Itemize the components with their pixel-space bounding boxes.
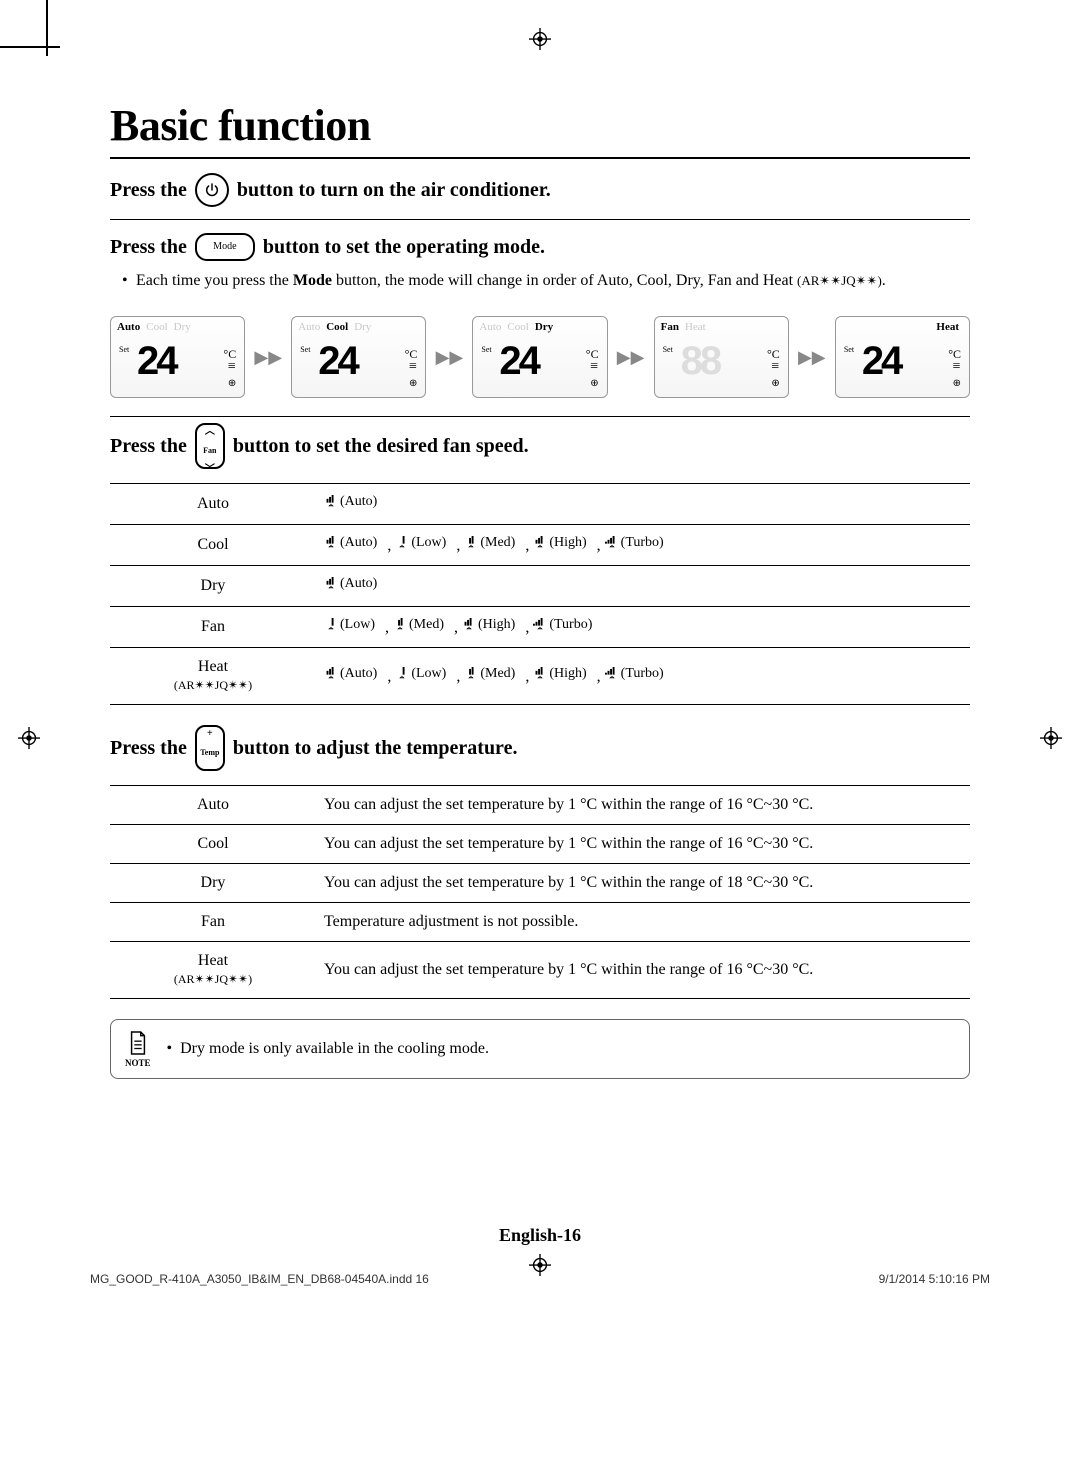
note-text: • Dry mode is only available in the cool… (167, 1040, 489, 1058)
table-row: AutoYou can adjust the set temperature b… (110, 786, 970, 825)
temperature-table: AutoYou can adjust the set temperature b… (110, 785, 970, 999)
minus-icon: − (207, 768, 213, 776)
table-row: FanTemperature adjustment is not possibl… (110, 903, 970, 942)
text: button to turn on the air conditioner. (237, 175, 551, 205)
crop-mark (0, 46, 60, 48)
table-row: Dry(Auto) (110, 566, 970, 607)
text: Each time you press the (136, 272, 293, 289)
text: button to set the desired fan speed. (233, 431, 529, 461)
table-row: DryYou can adjust the set temperature by… (110, 864, 970, 903)
table-row: CoolYou can adjust the set temperature b… (110, 825, 970, 864)
text: Press the (110, 175, 187, 205)
fan-speed-table: Auto(Auto)Cool(Auto), (Low), (Med), (Hig… (110, 483, 970, 705)
print-file: MG_GOOD_R-410A_A3050_IB&IM_EN_DB68-04540… (90, 1272, 429, 1286)
text: Temp (200, 738, 219, 768)
arrow-right-icon: ▶▶ (616, 347, 646, 368)
registration-mark-icon (1040, 727, 1062, 749)
mode-button-icon: Mode (195, 233, 255, 261)
mode-card: AutoCoolDrySet24°C≡⊕ (110, 316, 245, 398)
temp-button-icon: + Temp − (195, 725, 225, 771)
table-row: Auto(Auto) (110, 484, 970, 525)
note-label: NOTE (125, 1058, 151, 1068)
page-title: Basic function (110, 100, 970, 151)
divider (110, 157, 970, 159)
fan-button-icon: ︿ Fan ﹀ (195, 423, 225, 469)
mode-card: FanHeatSet88°C≡⊕ (654, 316, 789, 398)
instruction-fan: Press the ︿ Fan ﹀ button to set the desi… (110, 423, 970, 469)
mode-sequence: AutoCoolDrySet24°C≡⊕ ▶▶ AutoCoolDrySet24°C… (110, 316, 970, 398)
arrow-right-icon: ▶▶ (434, 347, 464, 368)
table-row: Fan(Low), (Med), (High), (Turbo) (110, 607, 970, 648)
table-row: Cool(Auto), (Low), (Med), (High), (Turbo… (110, 525, 970, 566)
page-number: English-16 (0, 1225, 1080, 1246)
instruction-mode: Press the Mode button to set the operati… (110, 232, 970, 262)
chevron-down-icon: ﹀ (205, 466, 215, 474)
divider (110, 219, 970, 220)
print-metadata: MG_GOOD_R-410A_A3050_IB&IM_EN_DB68-04540… (90, 1272, 990, 1286)
mode-card: AutoCoolDrySet24°C≡⊕ (472, 316, 607, 398)
instruction-temp: Press the + Temp − button to adjust the … (110, 725, 970, 771)
text: Press the (110, 733, 187, 763)
registration-mark-icon (18, 727, 40, 749)
text: Mode (293, 272, 332, 289)
arrow-right-icon: ▶▶ (253, 347, 283, 368)
text: Press the (110, 232, 187, 262)
mode-card: HeatSet24°C≡⊕ (835, 316, 970, 398)
registration-mark-icon (529, 28, 551, 50)
table-row: Heat(AR✴✴JQ✴✴)You can adjust the set tem… (110, 942, 970, 999)
divider (110, 416, 970, 417)
mode-card: AutoCoolDrySet24°C≡⊕ (291, 316, 426, 398)
model-code: (AR✴✴JQ✴✴) (797, 273, 882, 288)
note-icon: NOTE (125, 1030, 151, 1068)
table-row: Heat(AR✴✴JQ✴✴)(Auto), (Low), (Med), (Hig… (110, 648, 970, 705)
text: button to adjust the temperature. (233, 733, 518, 763)
instruction-power: Press the button to turn on the air cond… (110, 173, 970, 207)
text: Fan (203, 436, 216, 466)
text: Press the (110, 431, 187, 461)
chevron-up-icon: ︿ (205, 428, 215, 436)
arrow-right-icon: ▶▶ (797, 347, 827, 368)
print-date: 9/1/2014 5:10:16 PM (879, 1272, 990, 1286)
mode-description: • Each time you press the Mode button, t… (110, 270, 970, 292)
text: button to set the operating mode. (263, 232, 545, 262)
note-box: NOTE • Dry mode is only available in the… (110, 1019, 970, 1079)
plus-icon: + (207, 730, 213, 738)
power-icon (195, 173, 229, 207)
text: button, the mode will change in order of… (332, 272, 797, 289)
